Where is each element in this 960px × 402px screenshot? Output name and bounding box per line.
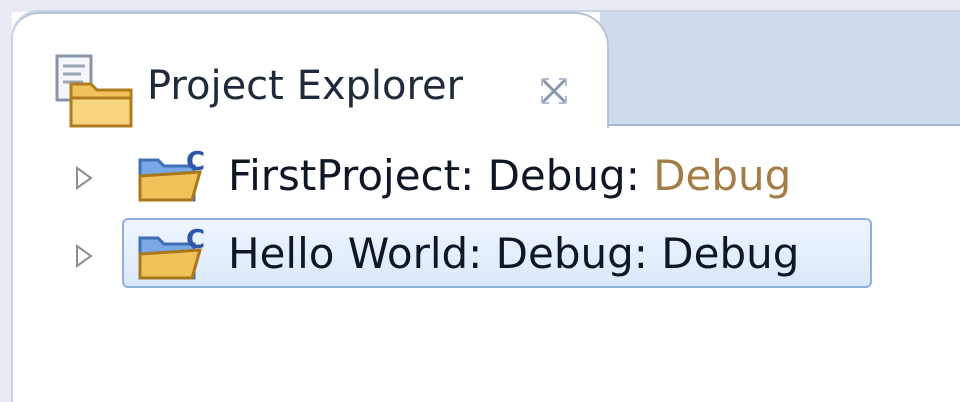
svg-text:C: C [186,150,205,177]
build-config: Debug [639,151,792,200]
tree-item-selected-box[interactable]: C Hello World: Debug: Debug [122,218,872,288]
project-name: FirstProject: Debug: [228,151,640,200]
tree-item-text: FirstProject: Debug: Debug [228,148,791,204]
project-explorer-icon [55,54,133,128]
close-icon[interactable] [537,74,571,108]
tab-bar [600,12,960,126]
project-explorer-view: Project Explorer C FirstProject: Debug: … [0,0,960,402]
tree-item-text: Hello World: Debug: Debug [228,229,800,278]
collapsed-triangle-icon[interactable] [74,244,94,268]
c-project-folder-icon: C [138,150,205,202]
tab-project-explorer[interactable]: Project Explorer [13,12,609,128]
svg-text:C: C [186,228,205,255]
tree-item-hello-world[interactable]: C Hello World: Debug: Debug [60,218,920,288]
tree-item-firstproject[interactable]: C FirstProject: Debug: Debug [60,140,920,210]
c-project-folder-icon: C [138,228,205,280]
tab-title: Project Explorer [147,63,464,109]
tree-item-label-box[interactable]: C FirstProject: Debug: Debug [122,140,852,210]
collapsed-triangle-icon[interactable] [74,166,94,190]
